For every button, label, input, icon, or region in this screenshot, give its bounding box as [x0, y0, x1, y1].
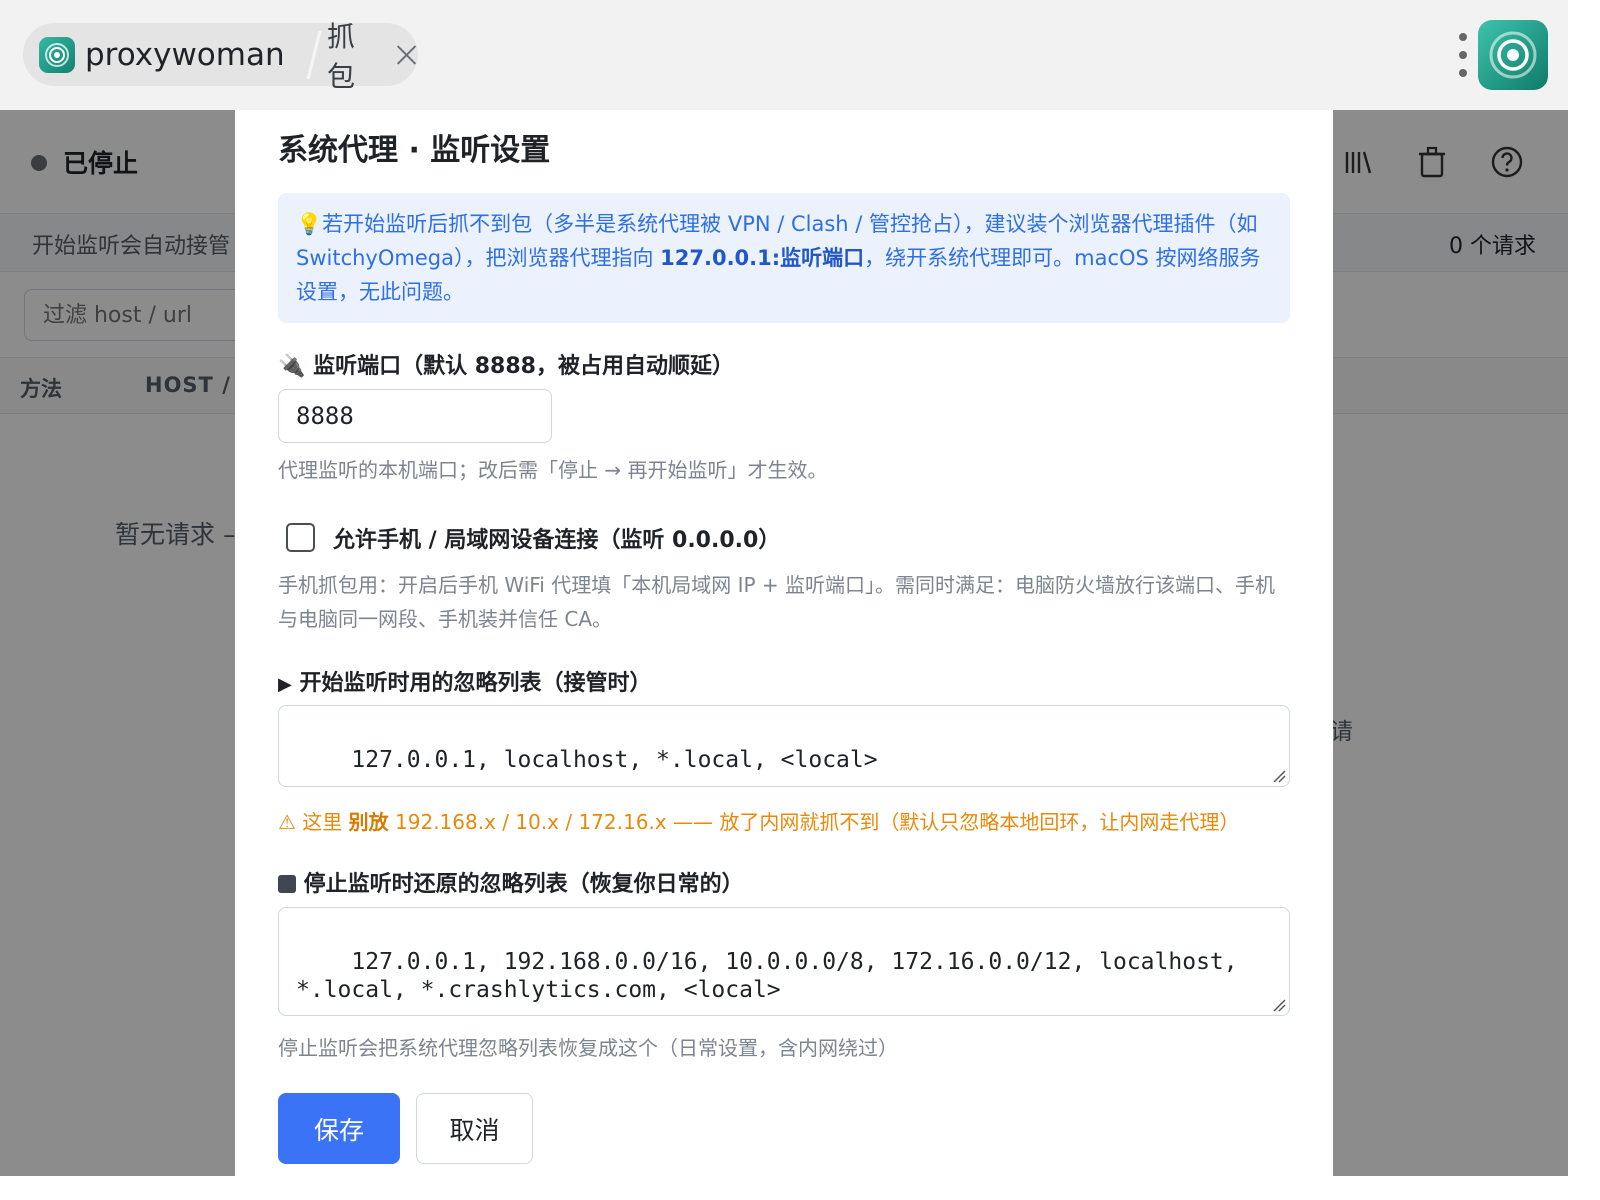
start-bypass-label[interactable]: ▶ 开始监听时用的忽略列表（接管时）: [278, 665, 652, 697]
app-launcher-icon[interactable]: [1478, 20, 1548, 90]
start-bypass-label-text: 开始监听时用的忽略列表（接管时）: [299, 671, 652, 696]
tab-proxywoman[interactable]: proxywoman: [23, 23, 305, 86]
title-bar: proxywoman 抓包: [0, 0, 1568, 110]
stop-icon: [278, 875, 296, 893]
tab-capture-label: 抓包: [327, 19, 356, 93]
stop-bypass-help-text: 停止监听会把系统代理忽略列表恢复成这个（日常设置，含内网绕过）: [278, 1036, 898, 1060]
warning-body: 192.168.x / 10.x / 172.16.x —— 放了内网就抓不到（…: [388, 810, 1240, 834]
warning-prefix: 这里: [302, 810, 349, 834]
warning-text: ⚠ 这里 别放 192.168.x / 10.x / 172.16.x —— 放…: [278, 806, 1239, 835]
warning-icon: ⚠: [278, 810, 296, 834]
lan-help-text: 手机抓包用：开启后手机 WiFi 代理填「本机局域网 IP + 监听端口」。需同…: [278, 573, 1276, 631]
stop-bypass-textarea[interactable]: 127.0.0.1, 192.168.0.0/16, 10.0.0.0/8, 1…: [278, 907, 1290, 1016]
bulb-icon: 💡: [296, 212, 323, 236]
info-notice: 💡若开始监听后抓不到包（多半是系统代理被 VPN / Clash / 管控抢占）…: [278, 193, 1290, 323]
lan-checkbox-label[interactable]: 允许手机 / 局域网设备连接（监听 0.0.0.0）: [333, 522, 780, 554]
stop-bypass-label: 停止监听时还原的忽略列表（恢复你日常的）: [278, 866, 744, 898]
close-icon[interactable]: [395, 42, 418, 68]
proxy-settings-dialog: 系统代理 · 监听设置 💡若开始监听后抓不到包（多半是系统代理被 VPN / C…: [235, 110, 1333, 1176]
tab-separator: [306, 30, 322, 80]
tab-capture[interactable]: 抓包: [323, 20, 418, 93]
stop-bypass-label-text: 停止监听时还原的忽略列表（恢复你日常的）: [303, 872, 744, 897]
stop-bypass-value: 127.0.0.1, 192.168.0.0/16, 10.0.0.0/8, 1…: [296, 949, 1252, 1003]
port-help-text: 代理监听的本机端口；改后需「停止 → 再开始监听」才生效。: [278, 458, 828, 482]
port-label: 🔌 监听端口（默认 8888，被占用自动顺延）: [278, 348, 734, 380]
app-logo-icon: [39, 36, 75, 73]
tab-app-label: proxywoman: [85, 36, 285, 73]
notice-bold-text: 127.0.0.1:监听端口: [660, 246, 865, 270]
warning-bold: 别放: [348, 810, 389, 834]
dialog-title: 系统代理 · 监听设置: [278, 133, 551, 168]
cancel-button[interactable]: 取消: [416, 1093, 533, 1164]
start-bypass-textarea[interactable]: 127.0.0.1, localhost, *.local, <local>: [278, 705, 1290, 787]
resize-grip-icon[interactable]: [1272, 998, 1286, 1012]
lan-checkbox[interactable]: [286, 523, 315, 552]
port-input[interactable]: [278, 389, 552, 443]
plug-icon: 🔌: [278, 354, 306, 379]
save-button[interactable]: 保存: [278, 1093, 400, 1164]
resize-grip-icon[interactable]: [1272, 769, 1286, 783]
port-label-text: 监听端口（默认 8888，被占用自动顺延）: [313, 354, 734, 379]
tab-group: proxywoman 抓包: [23, 20, 418, 93]
more-menu-icon[interactable]: [1456, 33, 1470, 77]
play-icon: ▶: [278, 674, 292, 695]
start-bypass-value: 127.0.0.1, localhost, *.local, <local>: [351, 747, 878, 773]
